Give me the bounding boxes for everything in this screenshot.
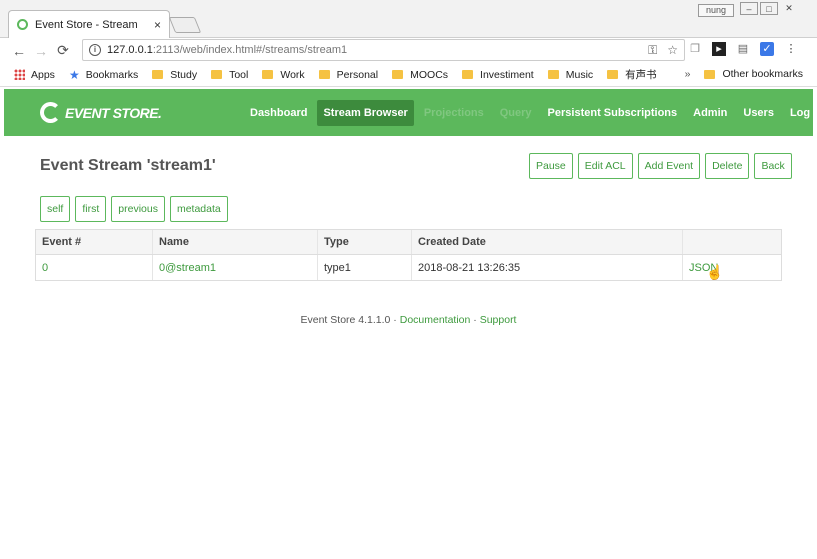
bookmark-personal[interactable]: Personal [318,69,378,81]
folder-icon [211,70,223,79]
folder-icon [462,70,474,79]
version-text: Event Store 4.1.1.0 · [300,314,400,326]
bookmark-audiobooks[interactable]: 有声书 [607,67,657,82]
reader-extension-icon[interactable]: ▤ [736,42,750,56]
forward-arrow-icon[interactable]: → [30,43,52,59]
back-button[interactable]: Back [754,153,792,179]
event-created-date: 2018-08-21 13:26:35 [412,255,683,280]
header-event-number: Event # [36,230,153,254]
first-link-button[interactable]: first [75,196,107,222]
main-content: Event Stream 'stream1' Pause Edit ACL Ad… [0,136,817,556]
self-link-button[interactable]: self [40,196,71,222]
browser-tab[interactable]: Event Store - Stream × [8,10,170,38]
bookmark-moocs[interactable]: MOOCs [392,69,448,81]
bookmark-other[interactable]: Other bookmarks [704,68,803,80]
header-created-date: Created Date [412,230,683,254]
metadata-link-button[interactable]: metadata [169,196,228,222]
extensions: ❐ ▸ ▤ ✓ ⋮ [688,42,798,56]
nav-users[interactable]: Users [737,100,780,126]
nav-menu: Dashboard Stream Browser Projections Que… [244,100,817,126]
folder-icon [607,70,619,79]
folder-icon [704,69,716,79]
bookmarks-bar: Apps ★ Bookmarks Study Tool Work Personal… [0,63,817,87]
menu-dots-icon[interactable]: ⋮ [784,42,798,56]
close-window-icon[interactable]: ✕ [780,2,798,15]
nav-stream-browser[interactable]: Stream Browser [317,100,414,126]
event-name-link[interactable]: 0@stream1 [153,255,318,280]
key-icon[interactable]: ⚿ [648,43,657,58]
nav-projections[interactable]: Projections [418,100,490,126]
profile-badge[interactable]: nung [698,4,734,17]
paging-links: self first previous metadata [40,196,228,222]
event-type: type1 [318,255,412,280]
info-icon[interactable]: i [89,44,101,56]
bookmark-bookmarks[interactable]: ★ Bookmarks [69,68,138,82]
nav-admin[interactable]: Admin [687,100,733,126]
media-extension-icon[interactable]: ▸ [712,42,726,56]
reload-icon[interactable]: ⟳ [52,42,74,59]
table-header: Event # Name Type Created Date [36,230,781,255]
nav-dashboard[interactable]: Dashboard [244,100,313,126]
folder-icon [547,70,559,79]
header-name: Name [153,230,318,254]
previous-link-button[interactable]: previous [111,196,165,222]
tab-close-icon[interactable]: × [154,18,161,32]
address-row: ← → ⟳ i 127.0.0.1:2113/web/index.html#/s… [0,38,817,63]
folder-icon [318,70,330,79]
table-row: 0 0@stream1 type1 2018-08-21 13:26:35 JS… [36,255,781,280]
bookmark-tool[interactable]: Tool [211,69,248,81]
folder-icon [152,70,164,79]
folder-icon [262,70,274,79]
page-footer: Event Store 4.1.1.0 · Documentation · Su… [0,314,817,326]
new-tab-button[interactable] [168,17,202,33]
bookmarks-overflow-icon[interactable]: » [685,68,691,80]
url-text[interactable]: 127.0.0.1:2113/web/index.html#/streams/s… [107,44,347,56]
support-link[interactable]: Support [480,314,517,326]
minimize-icon[interactable]: – [740,2,758,15]
delete-button[interactable]: Delete [705,153,750,179]
page-title: Event Stream 'stream1' [40,157,216,174]
star-icon: ★ [68,67,80,82]
maximize-icon[interactable]: □ [760,2,778,15]
eventstore-favicon-icon [17,19,28,30]
pocket-extension-icon[interactable]: ✓ [760,42,774,56]
pause-button[interactable]: Pause [529,153,573,179]
folder-icon [392,70,404,79]
tab-title: Event Store - Stream [35,18,138,31]
add-event-button[interactable]: Add Event [637,153,701,179]
footer-separator: · [470,314,480,326]
eventstore-logo[interactable]: EVENT STORE. [40,102,162,123]
bookmark-work[interactable]: Work [262,69,305,81]
header-actions [683,230,781,254]
edit-acl-button[interactable]: Edit ACL [577,153,633,179]
stream-actions: Pause Edit ACL Add Event Delete Back [529,153,792,179]
browser-titlebar: Event Store - Stream × nung – □ ✕ [0,0,817,38]
nav-log-out[interactable]: Log Out [784,100,817,126]
copy-extension-icon[interactable]: ❐ [688,42,702,56]
nav-persistent-subscriptions[interactable]: Persistent Subscriptions [542,100,684,126]
window-controls: – □ ✕ [740,2,798,15]
logo-ring-icon [40,102,61,123]
bookmark-study[interactable]: Study [152,69,197,81]
event-number-link[interactable]: 0 [36,255,153,280]
json-link[interactable]: JSON [683,255,781,280]
bookmark-investiment[interactable]: Investiment [462,69,534,81]
bookmark-apps[interactable]: Apps [14,69,55,81]
apps-grid-icon [14,69,25,80]
events-table: Event # Name Type Created Date 0 0@strea… [35,229,782,281]
bookmark-music[interactable]: Music [547,69,593,81]
nav-query[interactable]: Query [494,100,538,126]
documentation-link[interactable]: Documentation [400,314,471,326]
app-navbar: EVENT STORE. Dashboard Stream Browser Pr… [4,89,817,136]
back-arrow-icon[interactable]: ← [8,43,30,59]
hand-cursor-icon: ☝ [706,264,724,280]
header-type: Type [318,230,412,254]
address-bar[interactable]: i 127.0.0.1:2113/web/index.html#/streams… [82,39,685,61]
star-bookmark-icon[interactable]: ☆ [667,43,678,58]
